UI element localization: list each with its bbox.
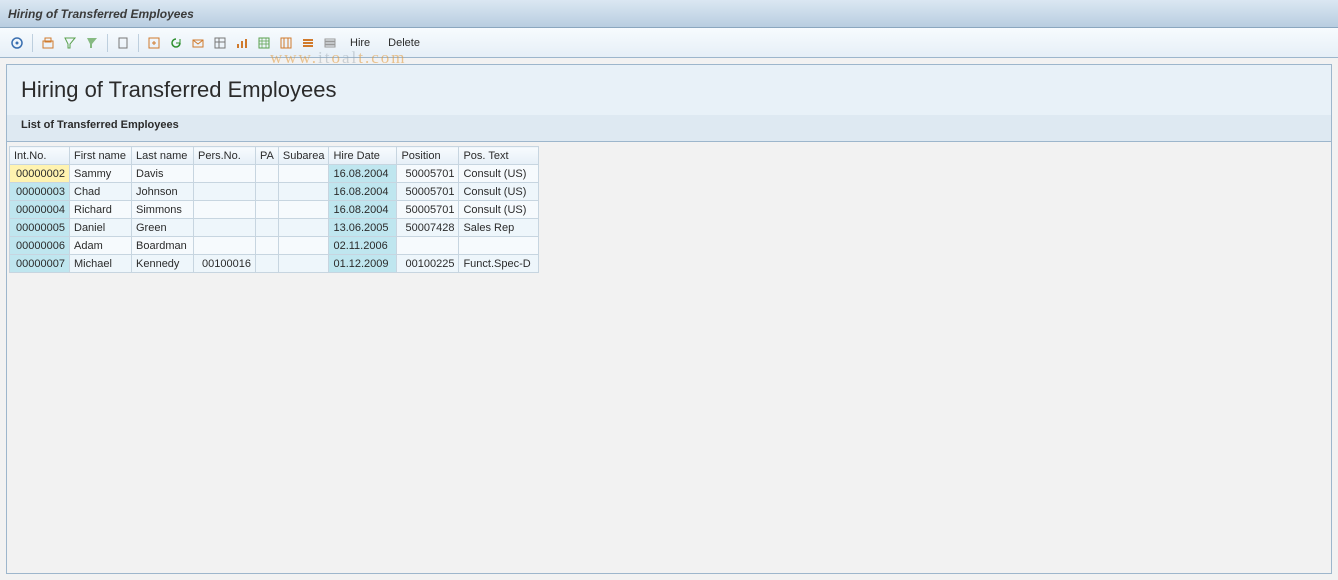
table-row[interactable]: 00000002 Sammy Davis 16.08.2004 50005701… bbox=[10, 165, 539, 183]
cell-pa[interactable] bbox=[256, 255, 279, 273]
col-last-name[interactable]: Last name bbox=[132, 147, 194, 165]
window-title: Hiring of Transferred Employees bbox=[8, 7, 194, 21]
filter-icon[interactable] bbox=[82, 33, 102, 53]
table-row[interactable]: 00000007 Michael Kennedy 00100016 01.12.… bbox=[10, 255, 539, 273]
table-row[interactable]: 00000004 Richard Simmons 16.08.2004 5000… bbox=[10, 201, 539, 219]
cell-pa[interactable] bbox=[256, 183, 279, 201]
col-hire-date[interactable]: Hire Date bbox=[329, 147, 397, 165]
cell-position[interactable]: 50005701 bbox=[397, 201, 459, 219]
panel-header: Hiring of Transferred Employees bbox=[7, 65, 1331, 109]
cell-int-no[interactable]: 00000002 bbox=[10, 165, 70, 183]
cell-pos-text[interactable] bbox=[459, 237, 539, 255]
cell-hire-date[interactable]: 16.08.2004 bbox=[329, 201, 397, 219]
cell-pers-no[interactable]: 00100016 bbox=[194, 255, 256, 273]
send-icon[interactable] bbox=[188, 33, 208, 53]
cell-subarea[interactable] bbox=[278, 201, 329, 219]
cell-position[interactable]: 00100225 bbox=[397, 255, 459, 273]
cell-hire-date[interactable]: 16.08.2004 bbox=[329, 183, 397, 201]
cell-pers-no[interactable] bbox=[194, 219, 256, 237]
col-first-name[interactable]: First name bbox=[70, 147, 132, 165]
application-toolbar: Hire Delete bbox=[0, 28, 1338, 58]
col-pa[interactable]: PA bbox=[256, 147, 279, 165]
cell-pers-no[interactable] bbox=[194, 165, 256, 183]
table-row[interactable]: 00000005 Daniel Green 13.06.2005 5000742… bbox=[10, 219, 539, 237]
main-panel: Hiring of Transferred Employees List of … bbox=[6, 64, 1332, 574]
cell-first-name[interactable]: Adam bbox=[70, 237, 132, 255]
cell-pos-text[interactable]: Sales Rep bbox=[459, 219, 539, 237]
details-icon[interactable] bbox=[7, 33, 27, 53]
cell-pers-no[interactable] bbox=[194, 201, 256, 219]
col-pos-text[interactable]: Pos. Text bbox=[459, 147, 539, 165]
hire-button[interactable]: Hire bbox=[343, 33, 377, 53]
cell-pos-text[interactable]: Consult (US) bbox=[459, 183, 539, 201]
cell-subarea[interactable] bbox=[278, 255, 329, 273]
table-row[interactable]: 00000003 Chad Johnson 16.08.2004 5000570… bbox=[10, 183, 539, 201]
abc-icon[interactable] bbox=[276, 33, 296, 53]
delete-button[interactable]: Delete bbox=[381, 33, 427, 53]
find-icon[interactable] bbox=[60, 33, 80, 53]
col-position[interactable]: Position bbox=[397, 147, 459, 165]
cell-pos-text[interactable]: Consult (US) bbox=[459, 165, 539, 183]
cell-hire-date[interactable]: 01.12.2009 bbox=[329, 255, 397, 273]
cell-position[interactable] bbox=[397, 237, 459, 255]
deselect-all-icon[interactable] bbox=[320, 33, 340, 53]
cell-last-name[interactable]: Davis bbox=[132, 165, 194, 183]
toolbar-separator bbox=[138, 34, 139, 52]
cell-int-no[interactable]: 00000004 bbox=[10, 201, 70, 219]
spreadsheet-icon[interactable] bbox=[254, 33, 274, 53]
cell-hire-date[interactable]: 16.08.2004 bbox=[329, 165, 397, 183]
cell-first-name[interactable]: Michael bbox=[70, 255, 132, 273]
cell-pa[interactable] bbox=[256, 201, 279, 219]
cell-int-no[interactable]: 00000006 bbox=[10, 237, 70, 255]
cell-hire-date[interactable]: 13.06.2005 bbox=[329, 219, 397, 237]
col-pers-no[interactable]: Pers.No. bbox=[194, 147, 256, 165]
cell-subarea[interactable] bbox=[278, 237, 329, 255]
cell-subarea[interactable] bbox=[278, 165, 329, 183]
cell-first-name[interactable]: Daniel bbox=[70, 219, 132, 237]
cell-last-name[interactable]: Green bbox=[132, 219, 194, 237]
content-area: Hiring of Transferred Employees List of … bbox=[0, 58, 1338, 580]
col-subarea[interactable]: Subarea bbox=[278, 147, 329, 165]
page-icon[interactable] bbox=[113, 33, 133, 53]
export-icon[interactable] bbox=[144, 33, 164, 53]
cell-subarea[interactable] bbox=[278, 183, 329, 201]
chart-icon[interactable] bbox=[232, 33, 252, 53]
layout-icon[interactable] bbox=[210, 33, 230, 53]
employees-table[interactable]: Int.No. First name Last name Pers.No. PA… bbox=[9, 146, 539, 273]
cell-subarea[interactable] bbox=[278, 219, 329, 237]
cell-position[interactable]: 50005701 bbox=[397, 183, 459, 201]
cell-pers-no[interactable] bbox=[194, 237, 256, 255]
cell-first-name[interactable]: Sammy bbox=[70, 165, 132, 183]
cell-first-name[interactable]: Chad bbox=[70, 183, 132, 201]
select-all-icon[interactable] bbox=[298, 33, 318, 53]
toolbar-separator bbox=[107, 34, 108, 52]
cell-pos-text[interactable]: Consult (US) bbox=[459, 201, 539, 219]
cell-position[interactable]: 50007428 bbox=[397, 219, 459, 237]
cell-hire-date[interactable]: 02.11.2006 bbox=[329, 237, 397, 255]
cell-position[interactable]: 50005701 bbox=[397, 165, 459, 183]
cell-first-name[interactable]: Richard bbox=[70, 201, 132, 219]
cell-last-name[interactable]: Boardman bbox=[132, 237, 194, 255]
col-int-no[interactable]: Int.No. bbox=[10, 147, 70, 165]
cell-int-no[interactable]: 00000005 bbox=[10, 219, 70, 237]
cell-pa[interactable] bbox=[256, 165, 279, 183]
cell-pa[interactable] bbox=[256, 219, 279, 237]
refresh-icon[interactable] bbox=[166, 33, 186, 53]
panel-subtitle: List of Transferred Employees bbox=[7, 115, 1331, 142]
print-preview-icon[interactable] bbox=[38, 33, 58, 53]
cell-pers-no[interactable] bbox=[194, 183, 256, 201]
window-title-bar: Hiring of Transferred Employees bbox=[0, 0, 1338, 28]
cell-last-name[interactable]: Simmons bbox=[132, 201, 194, 219]
table-row[interactable]: 00000006 Adam Boardman 02.11.2006 bbox=[10, 237, 539, 255]
table-header-row: Int.No. First name Last name Pers.No. PA… bbox=[10, 147, 539, 165]
cell-last-name[interactable]: Kennedy bbox=[132, 255, 194, 273]
cell-int-no[interactable]: 00000003 bbox=[10, 183, 70, 201]
cell-last-name[interactable]: Johnson bbox=[132, 183, 194, 201]
cell-pos-text[interactable]: Funct.Spec-D bbox=[459, 255, 539, 273]
toolbar-separator bbox=[32, 34, 33, 52]
grid-container[interactable]: Int.No. First name Last name Pers.No. PA… bbox=[7, 142, 1331, 573]
cell-pa[interactable] bbox=[256, 237, 279, 255]
page-title: Hiring of Transferred Employees bbox=[21, 77, 1317, 103]
cell-int-no[interactable]: 00000007 bbox=[10, 255, 70, 273]
